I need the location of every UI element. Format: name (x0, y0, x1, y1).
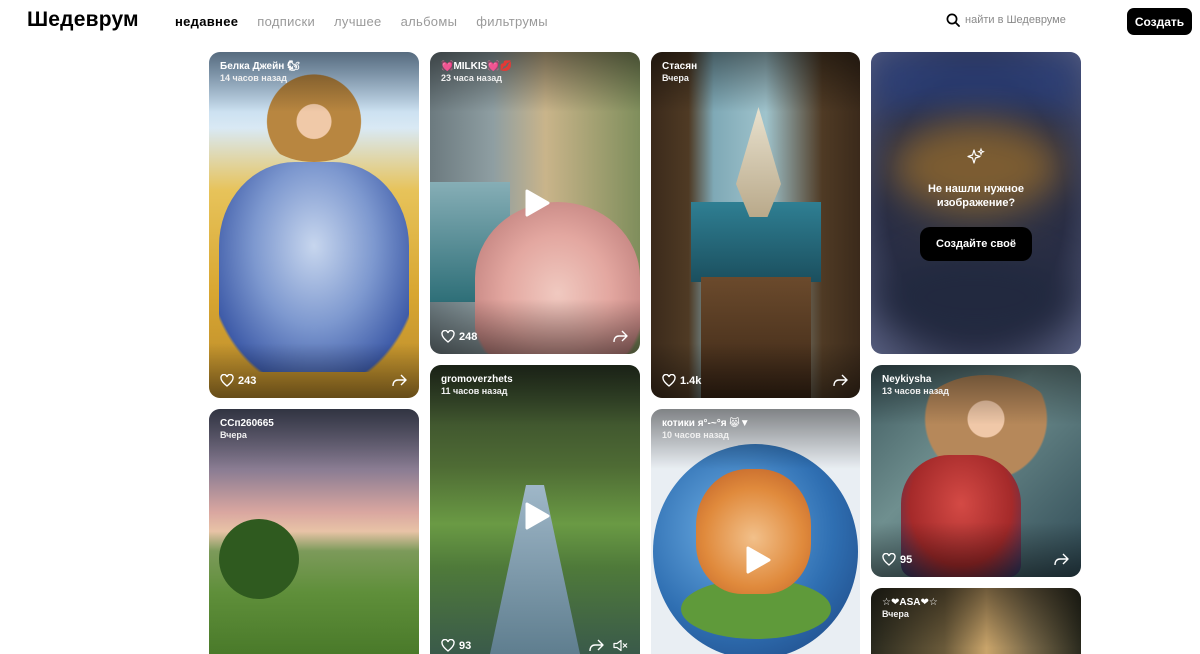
create-your-own-button[interactable]: Создайте своё (920, 227, 1032, 261)
like-count: 95 (900, 553, 913, 566)
image-card-7[interactable]: Neykiysha 13 часов назад 95 (871, 365, 1081, 577)
heart-icon (441, 639, 455, 652)
card-author[interactable]: Белка Джейн 🐿 (220, 61, 300, 72)
card-shade-bottom (430, 299, 640, 354)
like-count: 243 (238, 374, 257, 387)
promo-line-1: Не нашли нужное (927, 183, 1025, 195)
image-card-3[interactable]: Стасян Вчера 1.4k (651, 52, 860, 398)
card-image-tree (219, 519, 299, 599)
card-author[interactable]: gromoverzhets (441, 374, 513, 385)
like-count: 93 (459, 639, 472, 652)
search-input[interactable] (965, 14, 1085, 26)
card-time: Вчера (882, 609, 909, 619)
play-icon[interactable] (518, 499, 552, 533)
like-button[interactable]: 1.4k (662, 374, 701, 387)
like-count: 1.4k (680, 374, 702, 387)
card-author[interactable]: Стасян (662, 61, 697, 72)
share-icon[interactable] (833, 374, 848, 387)
like-button[interactable]: 93 (441, 639, 471, 652)
search-box[interactable] (946, 13, 1085, 27)
heart-icon (662, 374, 676, 387)
nav-best[interactable]: лучшее (334, 14, 382, 29)
create-button[interactable]: Создать (1127, 8, 1192, 35)
nav-recent[interactable]: недавнее (175, 14, 238, 29)
image-card-1[interactable]: Белка Джейн 🐿 14 часов назад 243 (209, 52, 419, 398)
card-image-dress (219, 162, 409, 372)
card-time: Вчера (220, 430, 247, 440)
image-card-8[interactable]: ☆❤ASA❤☆ Вчера (871, 588, 1081, 654)
card-time: 11 часов назад (441, 386, 508, 396)
image-card-5[interactable]: gromoverzhets 11 часов назад 93 (430, 365, 640, 654)
like-button[interactable]: 248 (441, 330, 477, 343)
like-button[interactable]: 243 (220, 374, 256, 387)
top-bar: Шедеврум недавнее подписки лучшее альбом… (0, 0, 1200, 44)
card-shade-bottom (871, 522, 1081, 577)
share-icon[interactable] (1054, 553, 1069, 566)
heart-icon (220, 374, 234, 387)
nav-albums[interactable]: альбомы (401, 14, 458, 29)
sparkle-icon (967, 147, 985, 164)
heart-icon (882, 553, 896, 566)
image-card-4[interactable]: ССп260665 Вчера (209, 409, 419, 654)
main-nav: недавнее подписки лучшее альбомы фильтру… (175, 14, 548, 29)
mute-icon[interactable] (613, 639, 628, 652)
share-icon[interactable] (589, 639, 604, 652)
play-icon[interactable] (518, 186, 552, 220)
card-author[interactable]: ☆❤ASA❤☆ (882, 597, 938, 608)
card-author[interactable]: котики ᴙ°-~°ᴙ 😸▼ (662, 418, 750, 429)
card-time: Вчера (662, 73, 689, 83)
like-button[interactable]: 95 (882, 553, 912, 566)
card-time: 23 часа назад (441, 73, 502, 83)
promo-text: Не нашли нужное изображение? (871, 182, 1081, 210)
play-icon[interactable] (739, 543, 773, 577)
promo-line-2: изображение? (936, 197, 1016, 209)
card-time: 14 часов назад (220, 73, 287, 83)
card-author[interactable]: ССп260665 (220, 418, 274, 429)
heart-icon (441, 330, 455, 343)
share-icon[interactable] (392, 374, 407, 387)
image-card-6[interactable]: котики ᴙ°-~°ᴙ 😸▼ 10 часов назад (651, 409, 860, 654)
nav-filtrums[interactable]: фильтрумы (476, 14, 548, 29)
share-icon[interactable] (613, 330, 628, 343)
search-icon[interactable] (946, 13, 960, 27)
image-card-2[interactable]: 💓MILKIS💓💋 23 часа назад 248 (430, 52, 640, 354)
card-time: 10 часов назад (662, 430, 729, 440)
card-author[interactable]: Neykiysha (882, 374, 931, 385)
like-count: 248 (459, 330, 478, 343)
card-time: 13 часов назад (882, 386, 949, 396)
card-shade-bottom (209, 343, 419, 398)
create-promo-card: Не нашли нужное изображение? Создайте св… (871, 52, 1081, 354)
card-shade-bottom (651, 343, 860, 398)
nav-subscriptions[interactable]: подписки (257, 14, 315, 29)
site-logo[interactable]: Шедеврум (27, 8, 139, 32)
card-author[interactable]: 💓MILKIS💓💋 (441, 61, 512, 72)
